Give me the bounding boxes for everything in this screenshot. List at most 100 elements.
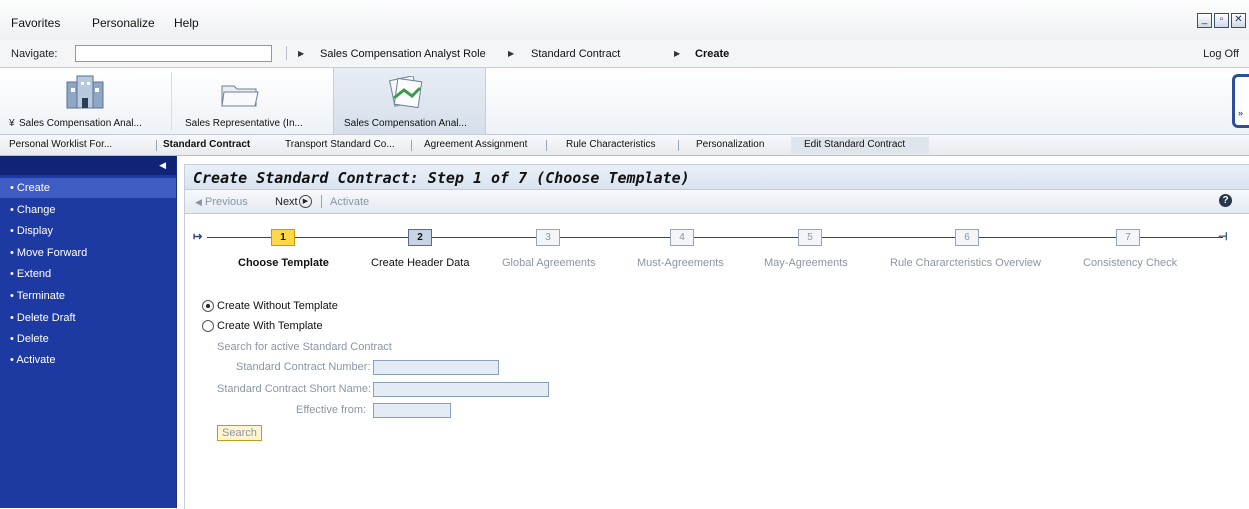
- restore-button[interactable]: ▫: [1214, 13, 1229, 28]
- tab-edit-standard-contract[interactable]: Edit Standard Contract: [804, 139, 905, 150]
- radio-label-without-template: Create Without Template: [217, 300, 338, 312]
- sidebar-item-move-forward[interactable]: • Move Forward: [0, 243, 176, 263]
- sidebar-item-label: Delete Draft: [16, 312, 76, 324]
- collapse-left-icon[interactable]: ◀: [159, 160, 166, 171]
- toolbar: ◀ Previous Next ▶ Activate ?: [185, 190, 1249, 214]
- tab-standard-contract[interactable]: Standard Contract: [163, 139, 250, 150]
- tab-divider: [411, 140, 412, 151]
- menu-personalize[interactable]: Personalize: [92, 16, 155, 30]
- previous-button[interactable]: Previous: [205, 196, 248, 208]
- roadmap-line: [207, 237, 1223, 238]
- navigate-input[interactable]: [75, 45, 272, 62]
- roadmap-start-icon: ↦: [193, 231, 203, 243]
- activate-button[interactable]: Activate: [330, 196, 369, 208]
- breadcrumb-arrow-icon: ▶: [508, 49, 515, 58]
- page-title-bar: Create Standard Contract: Step 1 of 7 (C…: [185, 165, 1249, 190]
- tab-rule-characteristics[interactable]: Rule Characteristics: [566, 139, 655, 150]
- launchpad-label: Sales Compensation Anal...: [19, 118, 142, 129]
- menu-bar: Favorites Personalize Help _ ▫ ✕: [0, 0, 1249, 41]
- double-chevron-right-icon: »: [1238, 108, 1244, 118]
- contract-short-name-label: Standard Contract Short Name:: [217, 383, 372, 395]
- sidebar-item-delete-draft[interactable]: • Delete Draft: [0, 308, 176, 328]
- previous-arrow-icon: ◀: [195, 197, 202, 207]
- roadmap-step-5: 5: [798, 229, 822, 246]
- tab-personal-worklist[interactable]: Personal Worklist For...: [9, 139, 112, 150]
- sidebar-item-change[interactable]: • Change: [0, 200, 176, 220]
- toolbar-divider: [321, 195, 322, 208]
- roadmap-step-2[interactable]: 2: [408, 229, 432, 246]
- minimize-button[interactable]: _: [1197, 13, 1212, 28]
- help-icon[interactable]: ?: [1219, 194, 1232, 207]
- sidebar-item-delete[interactable]: • Delete: [0, 329, 176, 349]
- expand-icon: ¥: [9, 118, 15, 129]
- sidebar-item-extend[interactable]: • Extend: [0, 264, 176, 284]
- breadcrumb-arrow-icon: ▶: [298, 49, 305, 58]
- main-content: Create Standard Contract: Step 1 of 7 (C…: [184, 164, 1249, 509]
- roadmap-label-create-header-data: Create Header Data: [371, 257, 470, 269]
- tab-divider: [678, 140, 679, 151]
- roadmap-step-3: 3: [536, 229, 560, 246]
- navbar-divider: [286, 46, 287, 60]
- launchpad-item-sales-comp-analyst[interactable]: ¥ Sales Compensation Anal...: [0, 68, 170, 134]
- roadmap-label-must-agreements: Must-Agreements: [637, 257, 724, 269]
- tab-agreement-assignment[interactable]: Agreement Assignment: [424, 139, 527, 150]
- side-panel-toggle[interactable]: »: [1232, 74, 1249, 128]
- sidebar-item-label: Create: [16, 182, 50, 194]
- breadcrumb-standard-contract[interactable]: Standard Contract: [531, 48, 620, 60]
- effective-from-label: Effective from:: [296, 404, 367, 416]
- tab-transport-standard-contract[interactable]: Transport Standard Co...: [285, 139, 395, 150]
- roadmap-label-choose-template: Choose Template: [238, 257, 329, 269]
- contract-number-label: Standard Contract Number:: [236, 361, 371, 373]
- search-button[interactable]: Search: [217, 425, 262, 441]
- breadcrumb-arrow-icon: ▶: [674, 49, 681, 58]
- menu-help[interactable]: Help: [174, 16, 199, 30]
- sidebar-item-label: Move Forward: [16, 247, 88, 259]
- search-heading: Search for active Standard Contract: [217, 341, 392, 353]
- documents-icon: [388, 76, 423, 109]
- launchpad: ¥ Sales Compensation Anal... Sales Repre…: [0, 68, 1249, 135]
- radio-label-with-template: Create With Template: [217, 320, 323, 332]
- sidebar-item-label: Delete: [16, 333, 49, 345]
- radio-create-without-template[interactable]: [202, 300, 214, 312]
- breadcrumb-create: Create: [695, 48, 730, 60]
- breadcrumb-sales-compensation-analyst-role[interactable]: Sales Compensation Analyst Role: [320, 48, 486, 60]
- launchpad-label: Sales Representative (In...: [185, 118, 303, 129]
- next-button[interactable]: Next: [275, 196, 298, 208]
- sidebar-item-terminate[interactable]: • Terminate: [0, 286, 176, 306]
- page-title: Create Standard Contract: Step 1 of 7 (C…: [193, 169, 690, 187]
- menu-favorites[interactable]: Favorites: [11, 16, 60, 30]
- tab-divider: [546, 140, 547, 151]
- sidebar-header: ◀: [0, 156, 176, 175]
- sidebar: ◀ • Create • Change • Display • Move For…: [0, 156, 177, 508]
- roadmap-label-global-agreements: Global Agreements: [502, 257, 596, 269]
- tab-personalization[interactable]: Personalization: [696, 139, 764, 150]
- contract-number-input[interactable]: [373, 360, 499, 375]
- roadmap-label-consistency-check: Consistency Check: [1083, 257, 1178, 269]
- navigation-bar: Navigate: ▶ Sales Compensation Analyst R…: [0, 40, 1249, 68]
- logoff-link[interactable]: Log Off: [1203, 48, 1239, 60]
- close-button[interactable]: ✕: [1231, 13, 1246, 28]
- sidebar-item-activate[interactable]: • Activate: [0, 350, 176, 370]
- roadmap-label-rule-characteristics-overview: Rule Chararcteristics Overview: [890, 257, 1041, 269]
- sidebar-item-create[interactable]: • Create: [0, 178, 176, 198]
- tab-bar: Personal Worklist For... Standard Contra…: [0, 135, 1249, 156]
- sidebar-item-label: Change: [16, 204, 56, 216]
- roadmap-step-6: 6: [955, 229, 979, 246]
- roadmap-step-1[interactable]: 1: [271, 229, 295, 246]
- radio-create-with-template[interactable]: [202, 320, 214, 332]
- effective-from-input[interactable]: [373, 403, 451, 418]
- launchpad-item-sales-comp-analyst-selected[interactable]: Sales Compensation Anal...: [333, 68, 486, 134]
- next-arrow-icon: ▶: [299, 195, 312, 208]
- launchpad-label: Sales Compensation Anal...: [344, 118, 467, 129]
- contract-short-name-input[interactable]: [373, 382, 549, 397]
- roadmap: ↦ ⊣ 1 2 3 4 5 6 7 Choose Template Create…: [185, 215, 1249, 275]
- sidebar-item-label: Extend: [16, 268, 52, 280]
- launchpad-item-sales-rep[interactable]: Sales Representative (In...: [172, 68, 332, 134]
- tab-divider: [156, 140, 157, 151]
- building-icon: [66, 75, 104, 109]
- roadmap-step-4: 4: [670, 229, 694, 246]
- sidebar-item-label: Activate: [16, 354, 56, 366]
- sidebar-item-label: Display: [16, 225, 53, 237]
- sidebar-item-display[interactable]: • Display: [0, 221, 176, 241]
- roadmap-step-7: 7: [1116, 229, 1140, 246]
